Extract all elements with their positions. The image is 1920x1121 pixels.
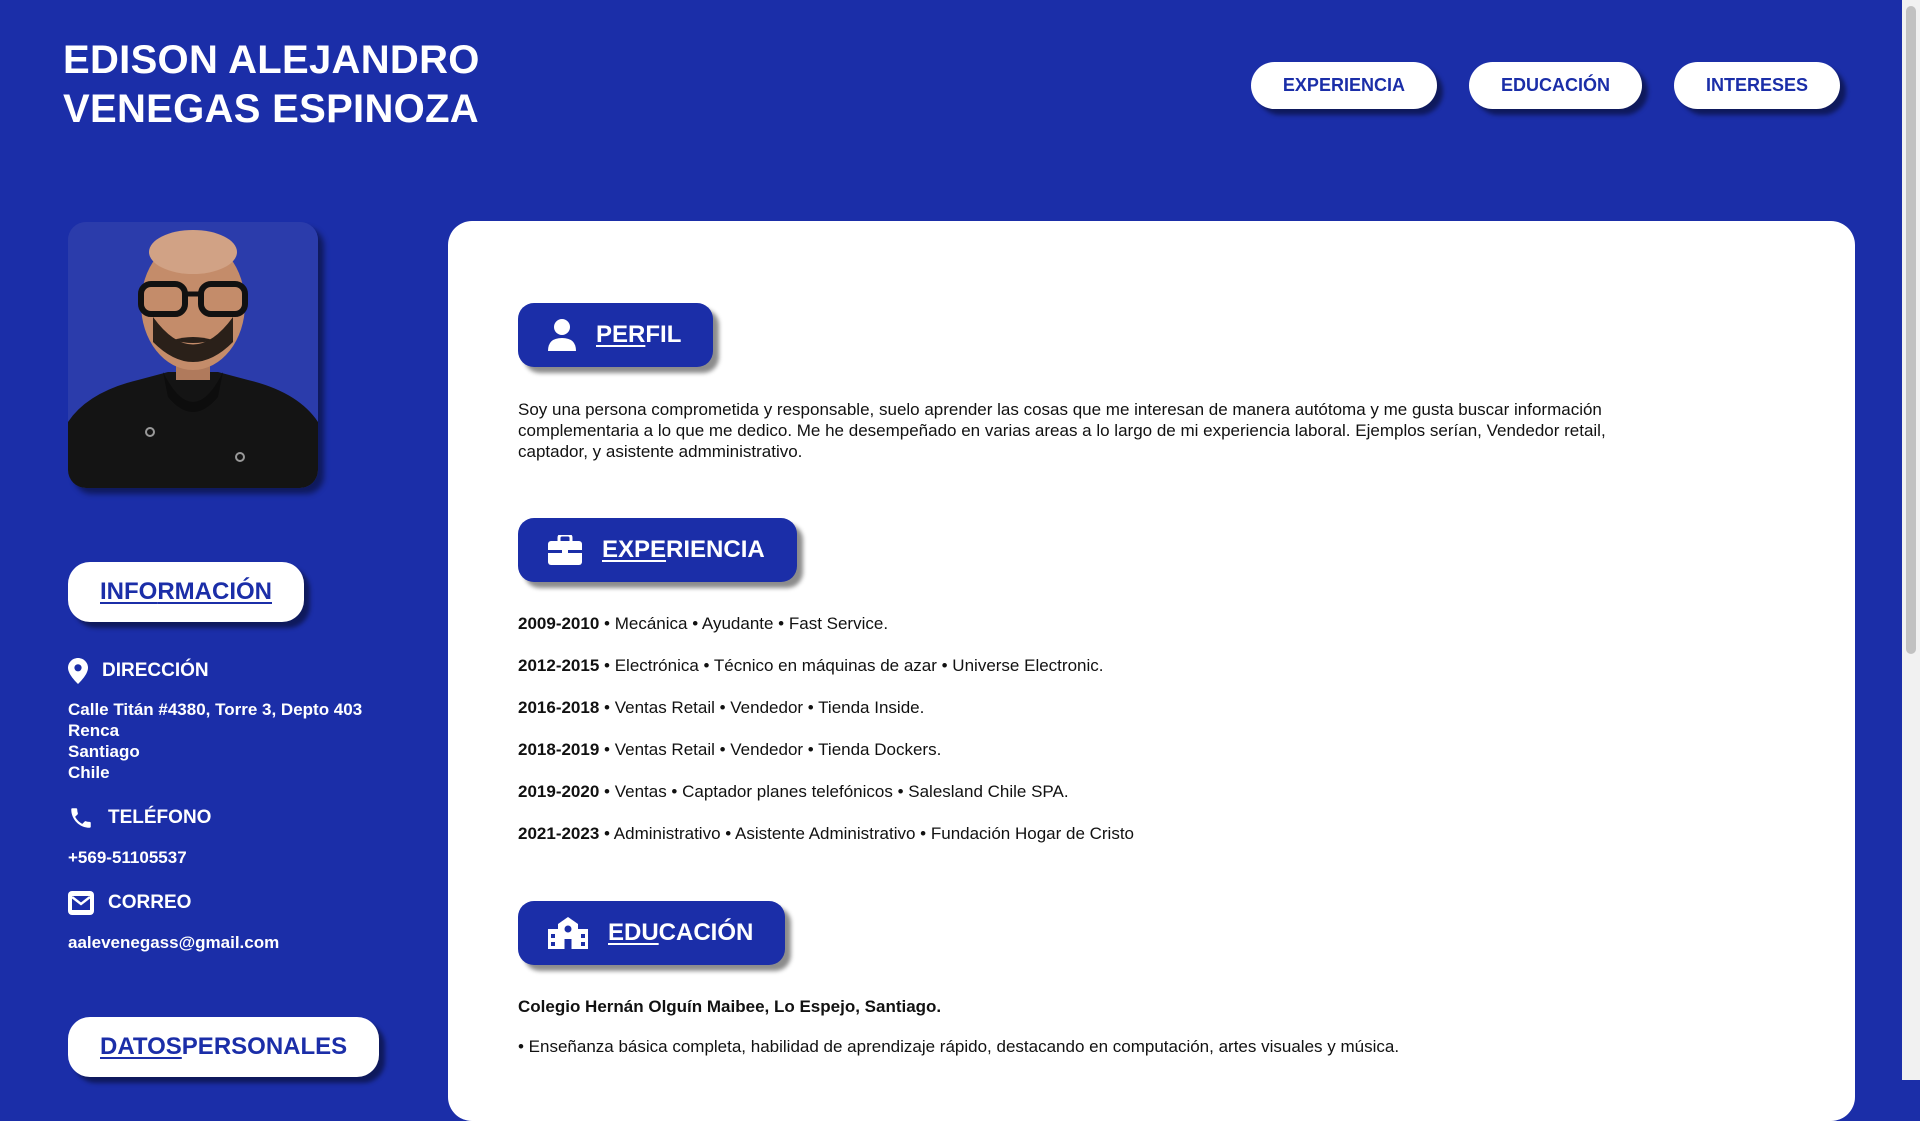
scrollbar-thumb[interactable] bbox=[1906, 6, 1916, 654]
address-line: Santiago bbox=[68, 742, 140, 761]
page: EDISON ALEJANDRO VENEGAS ESPINOZA EXPERI… bbox=[0, 0, 1902, 1121]
experiencia-item: 2016-2018 • Ventas Retail • Vendedor • T… bbox=[518, 698, 1134, 740]
exp-years: 2019-2020 bbox=[518, 782, 600, 801]
page-scrollbar[interactable] bbox=[1902, 0, 1920, 1080]
exp-years: 2018-2019 bbox=[518, 740, 600, 759]
name-line-1: EDISON ALEJANDRO bbox=[63, 38, 480, 82]
perfil-heading-a: PER bbox=[596, 321, 646, 348]
address-line: Chile bbox=[68, 763, 110, 782]
educacion-heading: EDUCACIÓN bbox=[518, 901, 786, 965]
experiencia-list: 2009-2010 • Mecánica • Ayudante • Fast S… bbox=[518, 614, 1134, 866]
nav-experiencia-button[interactable]: EXPERIENCIA bbox=[1250, 62, 1437, 109]
datos-heading-a: DATOS bbox=[100, 1033, 182, 1060]
direccion-label: DIRECCIÓN bbox=[102, 660, 209, 681]
experiencia-heading: EXPERIENCIA bbox=[518, 518, 797, 582]
perfil-heading: PERFIL bbox=[518, 303, 714, 367]
perfil-text: Soy una persona comprometida y responsab… bbox=[518, 400, 1606, 461]
educacion-heading-b: CACIÓN bbox=[658, 919, 754, 946]
telefono-value: +569-51105537 bbox=[68, 848, 187, 867]
correo-value[interactable]: aalevenegass@gmail.com bbox=[68, 932, 279, 953]
educacion-heading-a: EDU bbox=[608, 919, 659, 946]
exp-detail: • Mecánica • Ayudante • Fast Service. bbox=[599, 614, 889, 633]
school-icon bbox=[548, 917, 588, 949]
phone-icon bbox=[71, 808, 91, 828]
experiencia-item: 2019-2020 • Ventas • Captador planes tel… bbox=[518, 782, 1134, 824]
address-line: Renca bbox=[68, 721, 120, 740]
top-nav: EXPERIENCIA EDUCACIÓN INTERESES bbox=[1250, 62, 1840, 109]
map-pin-icon bbox=[68, 658, 88, 684]
briefcase-icon bbox=[548, 535, 582, 565]
page-title: EDISON ALEJANDRO VENEGAS ESPINOZA bbox=[63, 36, 480, 134]
perfil-heading-b: FIL bbox=[645, 321, 682, 348]
envelope-icon bbox=[68, 891, 94, 915]
informacion-heading: INFO RMACIÓN bbox=[68, 562, 304, 622]
informacion-heading-a: INFO bbox=[100, 578, 158, 605]
experiencia-item: 2021-2023 • Administrativo • Asistente A… bbox=[518, 824, 1134, 866]
experiencia-heading-a: EXPE bbox=[602, 536, 667, 563]
datos-personales-heading: DATOS PERSONALES bbox=[68, 1017, 380, 1077]
exp-detail: • Administrativo • Asistente Administrat… bbox=[599, 824, 1135, 843]
exp-detail: • Ventas Retail • Vendedor • Tienda Insi… bbox=[599, 698, 925, 717]
name-line-2: VENEGAS ESPINOZA bbox=[63, 87, 479, 131]
exp-years: 2012-2015 bbox=[518, 656, 600, 675]
profile-photo-illustration bbox=[68, 222, 318, 488]
exp-detail: • Electrónica • Técnico en máquinas de a… bbox=[599, 656, 1104, 675]
exp-detail: • Ventas Retail • Vendedor • Tienda Dock… bbox=[599, 740, 942, 759]
exp-years: 2009-2010 bbox=[518, 614, 600, 633]
telefono-label-row: TELÉFONO bbox=[68, 805, 211, 831]
correo-label-row: CORREO bbox=[68, 890, 191, 916]
informacion-heading-b: RMACIÓN bbox=[157, 578, 272, 605]
user-icon bbox=[548, 319, 576, 351]
experiencia-item: 2018-2019 • Ventas Retail • Vendedor • T… bbox=[518, 740, 1134, 782]
nav-educacion-button[interactable]: EDUCACIÓN bbox=[1468, 62, 1642, 109]
educacion-description: • Enseñanza básica completa, habilidad d… bbox=[518, 1037, 1400, 1056]
correo-label: CORREO bbox=[108, 892, 192, 913]
main-card: PERFIL Soy una persona comprometida y re… bbox=[448, 221, 1855, 1121]
experiencia-item: 2012-2015 • Electrónica • Técnico en máq… bbox=[518, 656, 1134, 698]
exp-detail: • Ventas • Captador planes telefónicos •… bbox=[599, 782, 1069, 801]
address-line: Calle Titán #4380, Torre 3, Depto 403 bbox=[68, 700, 363, 719]
address: Calle Titán #4380, Torre 3, Depto 403 Re… bbox=[68, 699, 362, 783]
experiencia-heading-b: RIENCIA bbox=[666, 536, 765, 563]
datos-heading-b: PERSONALES bbox=[181, 1033, 348, 1060]
direccion-label-row: DIRECCIÓN bbox=[68, 658, 209, 684]
nav-intereses-button[interactable]: INTERESES bbox=[1673, 62, 1840, 109]
exp-years: 2021-2023 bbox=[518, 824, 600, 843]
exp-years: 2016-2018 bbox=[518, 698, 600, 717]
telefono-label: TELÉFONO bbox=[108, 807, 212, 828]
profile-photo bbox=[68, 222, 318, 488]
educacion-school: Colegio Hernán Olguín Maibee, Lo Espejo,… bbox=[518, 997, 942, 1016]
experiencia-item: 2009-2010 • Mecánica • Ayudante • Fast S… bbox=[518, 614, 1134, 656]
